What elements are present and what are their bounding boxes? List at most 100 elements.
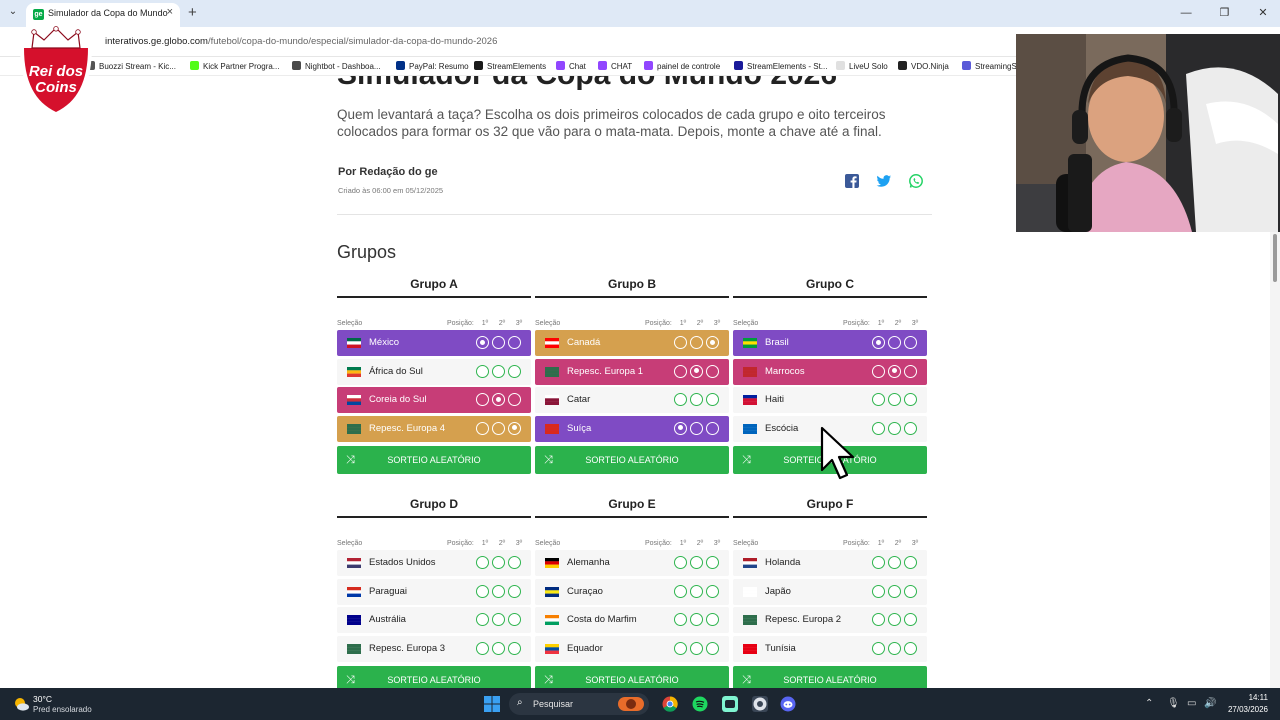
position-2-radio[interactable] (690, 556, 703, 569)
microphone-icon[interactable]: 🎙 (1167, 698, 1180, 709)
minimize-icon[interactable]: — (1169, 0, 1203, 27)
close-window-icon[interactable]: ✕ (1246, 0, 1280, 27)
volume-icon[interactable]: 🔊 (1204, 698, 1216, 709)
position-2-radio[interactable] (492, 364, 505, 378)
browser-tab[interactable]: ge Simulador da Copa do Mundo × (26, 3, 180, 27)
bookmark-item[interactable]: StreamElements - St... (734, 61, 827, 71)
team-row[interactable]: Austrália (337, 607, 531, 634)
position-2-radio[interactable] (888, 336, 901, 349)
team-row[interactable]: Brasil (733, 330, 927, 356)
position-1-radio[interactable] (674, 336, 687, 349)
page-scrollbar[interactable] (1270, 232, 1280, 688)
position-3-radio[interactable] (904, 613, 917, 627)
obs-icon[interactable] (752, 696, 768, 712)
position-1-radio[interactable] (872, 364, 885, 378)
tray-chevron-icon[interactable]: ⌃ (1145, 698, 1153, 709)
position-1-radio[interactable] (872, 393, 885, 407)
restore-icon[interactable]: ❐ (1208, 0, 1242, 27)
team-row[interactable]: México (337, 330, 531, 356)
team-row[interactable]: Japão (733, 578, 927, 605)
position-3-radio[interactable] (904, 364, 917, 378)
position-3-radio[interactable] (508, 641, 521, 655)
team-row[interactable]: Tunísia (733, 635, 927, 662)
position-1-radio[interactable] (476, 584, 489, 598)
position-3-radio[interactable] (706, 421, 719, 435)
position-2-radio[interactable] (690, 421, 703, 435)
position-1-radio[interactable] (674, 584, 687, 598)
position-2-radio[interactable] (690, 364, 703, 378)
position-1-radio[interactable] (674, 641, 687, 655)
position-3-radio[interactable] (706, 584, 719, 598)
team-row[interactable]: África do Sul (337, 358, 531, 385)
position-3-radio[interactable] (706, 364, 719, 378)
twitter-icon[interactable] (876, 173, 892, 189)
team-row[interactable]: Holanda (733, 550, 927, 576)
team-row[interactable]: Canadá (535, 330, 729, 356)
position-1-radio[interactable] (872, 421, 885, 435)
position-2-radio[interactable] (888, 556, 901, 569)
bookmark-item[interactable]: Buozzi Stream - Kic... (86, 61, 176, 71)
team-row[interactable]: Repesc. Europa 4 (337, 415, 531, 442)
position-1-radio[interactable] (674, 556, 687, 569)
position-2-radio[interactable] (492, 556, 505, 569)
position-1-radio[interactable] (674, 613, 687, 627)
position-1-radio[interactable] (872, 336, 885, 349)
bookmark-item[interactable]: Kick Partner Progra... (190, 61, 279, 71)
position-3-radio[interactable] (706, 393, 719, 407)
team-row[interactable]: Repesc. Europa 3 (337, 635, 531, 662)
team-row[interactable]: Repesc. Europa 2 (733, 607, 927, 634)
position-2-radio[interactable] (888, 584, 901, 598)
bookmark-item[interactable]: StreamingS (962, 61, 1017, 71)
position-1-radio[interactable] (476, 556, 489, 569)
random-draw-button[interactable]: ⤨ SORTEIO ALEATÓRIO (337, 665, 531, 688)
position-2-radio[interactable] (690, 613, 703, 627)
position-2-radio[interactable] (492, 613, 505, 627)
position-1-radio[interactable] (872, 556, 885, 569)
position-2-radio[interactable] (690, 336, 703, 349)
position-2-radio[interactable] (690, 393, 703, 407)
team-row[interactable]: Catar (535, 387, 729, 414)
position-2-radio[interactable] (492, 421, 505, 435)
position-1-radio[interactable] (476, 393, 489, 407)
position-1-radio[interactable] (872, 613, 885, 627)
streamlabs-icon[interactable] (722, 696, 738, 712)
spotify-icon[interactable] (692, 696, 708, 712)
bookmark-item[interactable]: Nightbot - Dashboa... (292, 61, 381, 71)
team-row[interactable]: Curaçao (535, 578, 729, 605)
windows-start-icon[interactable] (484, 696, 500, 712)
position-1-radio[interactable] (476, 421, 489, 435)
team-row[interactable]: Equador (535, 635, 729, 662)
position-3-radio[interactable] (508, 364, 521, 378)
position-2-radio[interactable] (888, 364, 901, 378)
random-draw-button[interactable]: ⤨ SORTEIO ALEATÓRIO (535, 665, 729, 688)
position-3-radio[interactable] (508, 584, 521, 598)
team-row[interactable]: Estados Unidos (337, 550, 531, 576)
team-row[interactable]: Marrocos (733, 358, 927, 385)
taskbar-search[interactable]: ⌕ Pesquisar (509, 693, 649, 715)
bookmark-item[interactable]: PayPal: Resumo (396, 61, 469, 71)
position-3-radio[interactable] (508, 556, 521, 569)
position-3-radio[interactable] (706, 556, 719, 569)
position-3-radio[interactable] (904, 641, 917, 655)
position-1-radio[interactable] (476, 336, 489, 349)
position-2-radio[interactable] (888, 641, 901, 655)
position-1-radio[interactable] (674, 364, 687, 378)
position-2-radio[interactable] (888, 613, 901, 627)
monitor-icon[interactable]: ▭ (1187, 698, 1196, 709)
position-3-radio[interactable] (904, 393, 917, 407)
new-tab-button[interactable]: + (188, 4, 197, 21)
bookmark-item[interactable]: CHAT (598, 61, 632, 71)
team-row[interactable]: Suíça (535, 415, 729, 442)
scrollbar-thumb[interactable] (1273, 234, 1277, 282)
bookmark-item[interactable]: StreamElements (474, 61, 546, 71)
position-3-radio[interactable] (706, 336, 719, 349)
position-2-radio[interactable] (492, 584, 505, 598)
position-2-radio[interactable] (888, 393, 901, 407)
position-3-radio[interactable] (508, 421, 521, 435)
position-3-radio[interactable] (508, 613, 521, 627)
position-3-radio[interactable] (706, 641, 719, 655)
discord-icon[interactable] (780, 696, 796, 712)
position-2-radio[interactable] (492, 336, 505, 349)
position-3-radio[interactable] (904, 421, 917, 435)
bookmark-item[interactable]: LiveU Solo (836, 61, 888, 71)
